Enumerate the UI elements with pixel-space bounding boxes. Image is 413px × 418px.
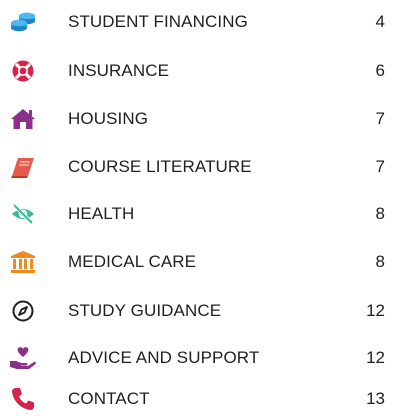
toc-entry-label: COURSE LITERATURE (68, 157, 252, 176)
toc-entry-page: 4 (375, 12, 385, 31)
toc-entry-page: 8 (375, 204, 385, 223)
toc-entry-study-guidance[interactable]: STUDY GUIDANCE 12 (0, 293, 413, 329)
toc-entry-insurance[interactable]: INSURANCE 6 (0, 53, 413, 89)
toc-entry-page: 12 (366, 348, 385, 367)
toc-entry-health[interactable]: HEALTH 8 (0, 196, 413, 232)
toc-entry-course-literature[interactable]: COURSE LITERATURE 7 (0, 149, 413, 185)
hand-heart-icon (8, 340, 38, 376)
toc-entry-medical-care[interactable]: MEDICAL CARE 8 (0, 244, 413, 280)
toc-entry-page: 13 (366, 389, 385, 408)
toc-entry-page: 7 (375, 109, 385, 128)
phone-icon (8, 381, 38, 417)
toc-entry-label: STUDY GUIDANCE (68, 301, 222, 320)
toc-entry-contact[interactable]: CONTACT 13 (0, 381, 413, 417)
house-icon (8, 101, 38, 137)
toc-entry-page: 12 (366, 301, 385, 320)
table-of-contents: STUDENT FINANCING 4 INSURANCE 6 HOUSING … (0, 0, 413, 418)
compass-icon (8, 293, 38, 329)
toc-entry-housing[interactable]: HOUSING 7 (0, 101, 413, 137)
toc-entry-advice-and-support[interactable]: ADVICE AND SUPPORT 12 (0, 340, 413, 376)
eye-slash-icon (8, 196, 38, 232)
toc-entry-label: STUDENT FINANCING (68, 12, 248, 31)
toc-entry-label: HOUSING (68, 109, 149, 128)
toc-entry-label: INSURANCE (68, 61, 170, 80)
toc-entry-label: MEDICAL CARE (68, 252, 197, 271)
toc-entry-label: HEALTH (68, 204, 135, 223)
institution-icon (8, 244, 38, 280)
coins-stack-icon (8, 4, 38, 40)
toc-entry-label: ADVICE AND SUPPORT (68, 348, 260, 367)
lifebuoy-icon (8, 53, 38, 89)
toc-entry-page: 6 (375, 61, 385, 80)
toc-entry-page: 7 (375, 157, 385, 176)
toc-entry-label: CONTACT (68, 389, 150, 408)
toc-entry-page: 8 (375, 252, 385, 271)
book-icon (8, 149, 38, 185)
toc-entry-student-financing[interactable]: STUDENT FINANCING 4 (0, 4, 413, 40)
